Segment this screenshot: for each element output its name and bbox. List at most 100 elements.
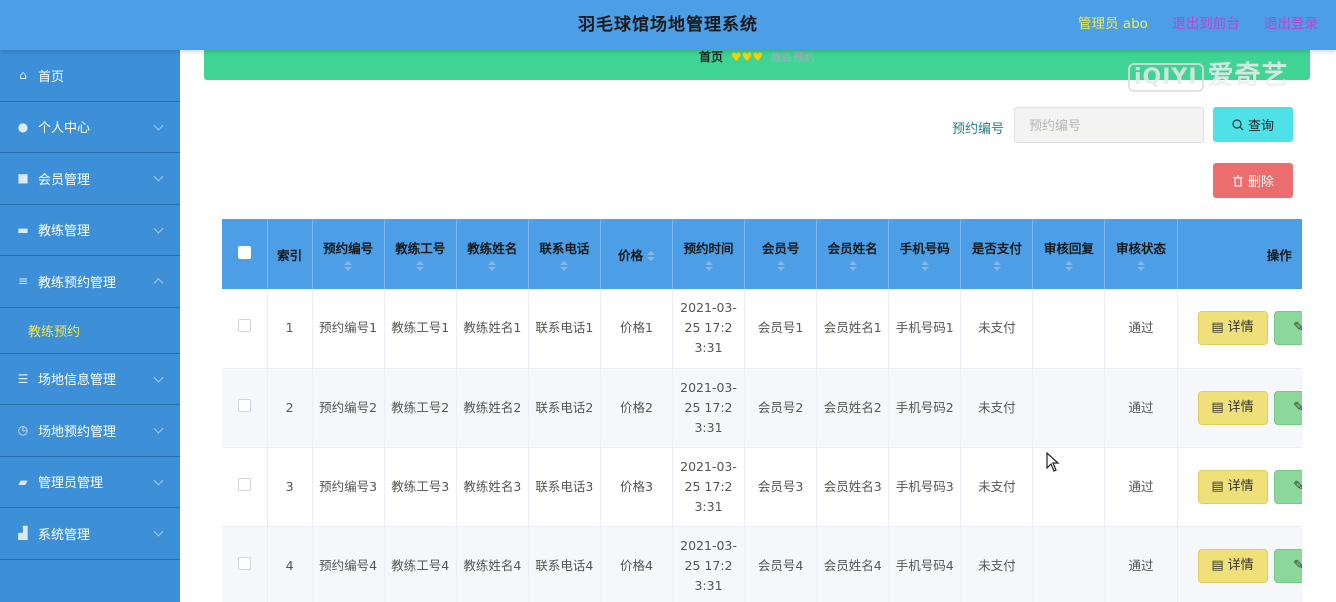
detail-button[interactable]: ▤ 详情 [1197,548,1268,583]
sort-icon[interactable] [704,260,713,271]
edit-button[interactable]: ✎ [1273,469,1302,504]
sort-icon[interactable] [1064,260,1073,271]
edit-button[interactable]: ✎ [1273,548,1302,583]
cell-member-no: 会员号2 [744,368,818,448]
table-row[interactable]: 3 预约编号3 教练工号3 教练姓名3 联系电话3 价格3 2021-03-25… [222,447,1302,527]
cell-time: 2021-03-25 17:23:31 [672,368,746,448]
column-header: 索引 [267,219,313,289]
detail-button[interactable]: ▤ 详情 [1197,469,1268,504]
cell-status: 通过 [1104,526,1178,602]
column-header[interactable]: 会员姓名 [816,219,890,289]
column-header[interactable]: 教练姓名 [456,219,529,289]
top-header: 羽毛球馆场地管理系统 管理员 abo 退出到前台 退出登录 [0,0,1336,50]
sort-icon[interactable] [560,260,569,271]
search-input[interactable] [1014,107,1204,143]
cell-booking-no: 预约编号3 [312,447,385,527]
sidebar-item-venue-booking[interactable]: ◷ 场地预约管理 [0,405,180,457]
detail-button[interactable]: ▤ 详情 [1197,311,1268,346]
sort-icon[interactable] [344,260,353,271]
cell-time: 2021-03-25 17:23:31 [672,289,746,369]
sidebar-item-members[interactable]: ■ 会员管理 [0,153,180,205]
cell-member-name: 会员姓名4 [816,526,890,602]
column-header[interactable]: 审核状态 [1104,219,1178,289]
chevron-down-icon [153,223,164,234]
sidebar-item-personal[interactable]: ● 个人中心 [0,102,180,153]
cell-mobile: 手机号码3 [888,447,962,527]
sort-icon[interactable] [1136,260,1145,271]
delete-button[interactable]: 删除 [1213,163,1293,198]
document-icon: ▤ [1211,557,1224,573]
sidebar-item-home[interactable]: ⌂ 首页 [0,50,180,102]
column-header[interactable]: 预约编号 [312,219,385,289]
table-row[interactable]: 1 预约编号1 教练工号1 教练姓名1 联系电话1 价格1 2021-03-25… [222,289,1302,369]
query-button[interactable]: 查询 [1213,107,1293,142]
cell-member-name: 会员姓名1 [816,289,890,369]
cell-phone: 联系电话4 [528,526,601,602]
cell-coach-id: 教练工号1 [384,289,457,369]
row-checkbox[interactable] [237,398,251,412]
sort-icon[interactable] [992,260,1001,271]
sidebar-item-coaches[interactable]: ▬ 教练管理 [0,205,180,256]
query-button-label: 查询 [1247,119,1274,134]
column-header[interactable]: 教练工号 [384,219,457,289]
cell-coach-name: 教练姓名3 [456,447,529,527]
cell-status: 通过 [1104,447,1178,527]
cell-price: 价格2 [600,368,673,448]
cell-actions: ▤ 详情 ✎ [1177,447,1302,527]
table-header-row: 索引 预约编号 教练工号 教练姓名 联系电话 价格 预约时间 会员号 会员姓名 … [222,219,1302,289]
home-icon: ⌂ [19,68,27,83]
cell-mobile: 手机号码1 [888,289,962,369]
cell-status: 通过 [1104,289,1178,369]
sidebar-item-venue-info[interactable]: ☰ 场地信息管理 [0,354,180,405]
sidebar-item-label: 管理员管理 [38,476,104,492]
list-icon: ≡ [17,274,29,289]
cell-reply [1032,289,1106,369]
sort-icon[interactable] [416,260,425,271]
row-checkbox[interactable] [237,556,251,570]
table-row[interactable]: 4 预约编号4 教练工号4 教练姓名4 联系电话4 价格4 2021-03-25… [222,526,1302,602]
booking-table: 索引 预约编号 教练工号 教练姓名 联系电话 价格 预约时间 会员号 会员姓名 … [222,219,1302,602]
sidebar-item-coach-booking[interactable]: ≡ 教练预约管理 [0,256,180,308]
document-icon: ▤ [1211,478,1224,494]
sidebar-subitem-coach-booking[interactable]: 教练预约 [0,308,180,354]
trash-icon [1233,174,1243,187]
column-header[interactable]: 手机号码 [888,219,962,289]
row-checkbox[interactable] [237,477,251,491]
edit-button[interactable]: ✎ [1273,390,1302,425]
table-row[interactable]: 2 预约编号2 教练工号2 教练姓名2 联系电话2 价格2 2021-03-25… [222,368,1302,448]
cell-reply [1032,368,1106,448]
column-header[interactable]: 价格 [600,219,673,289]
back-to-front-link[interactable]: 退出到前台 [1172,16,1240,32]
coach-icon: ▬ [17,222,29,237]
sidebar-item-admins[interactable]: ▰ 管理员管理 [0,457,180,508]
cell-index: 2 [267,368,313,448]
cell-member-no: 会员号1 [744,289,818,369]
sort-icon[interactable] [776,260,785,271]
sidebar-item-system[interactable]: ▟ 系统管理 [0,508,180,560]
edit-button[interactable]: ✎ [1273,311,1302,346]
column-header[interactable]: 预约时间 [672,219,746,289]
cell-booking-no: 预约编号4 [312,526,385,602]
cell-coach-id: 教练工号3 [384,447,457,527]
select-all-cell [222,219,268,289]
mouse-cursor-icon [1046,452,1060,472]
column-header[interactable]: 是否支付 [960,219,1034,289]
member-icon: ■ [17,171,29,186]
cell-time: 2021-03-25 17:23:31 [672,447,746,527]
column-header[interactable]: 会员号 [744,219,818,289]
column-header[interactable]: 审核回复 [1032,219,1106,289]
sort-icon[interactable] [646,251,655,261]
breadcrumb-home[interactable]: 首页 [699,50,723,64]
sort-icon[interactable] [488,260,497,271]
heart-icon: ♥♥♥ [730,50,764,64]
sidebar: ⌂ 首页 ● 个人中心 ■ 会员管理 ▬ 教练管理 ≡ 教练预约管理 教练预约 … [0,50,180,602]
select-all-checkbox[interactable] [237,246,251,259]
header-links: 管理员 abo 退出到前台 退出登录 [1058,0,1318,50]
iqiyi-watermark: iQIYI 爱奇艺 [1128,55,1289,92]
row-checkbox[interactable] [237,319,251,333]
detail-button[interactable]: ▤ 详情 [1197,390,1268,425]
logout-link[interactable]: 退出登录 [1264,16,1318,32]
sort-icon[interactable] [920,260,929,271]
column-header[interactable]: 联系电话 [528,219,601,289]
sort-icon[interactable] [848,260,857,271]
